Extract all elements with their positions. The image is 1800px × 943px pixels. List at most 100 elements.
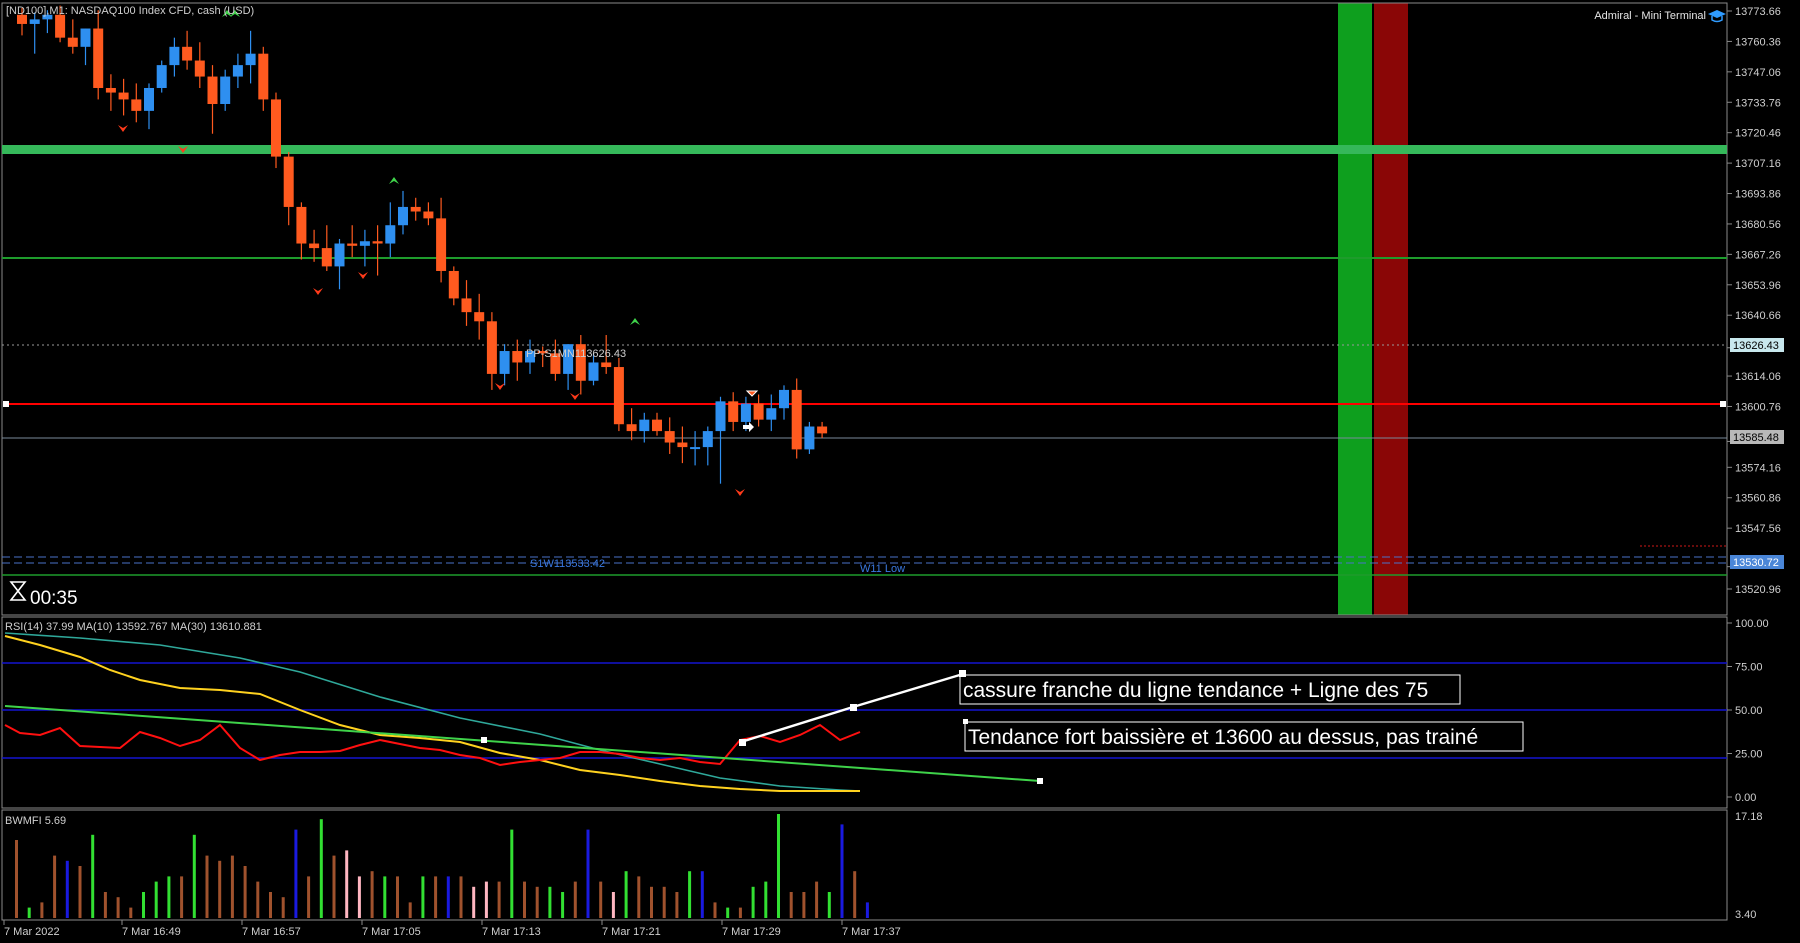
s1w-level-label: S1W113533.42: [530, 558, 605, 570]
price-axis-label: 13760.36: [1735, 36, 1781, 48]
price-axis-label: 13520.96: [1735, 584, 1781, 596]
svg-text:13626.43: 13626.43: [1733, 340, 1779, 352]
candle[interactable]: [156, 60, 167, 93]
rsi-axis-label: 50.00: [1735, 705, 1763, 717]
bwmfi-bar: [675, 892, 679, 918]
candle-timer: 00:35: [30, 588, 78, 609]
rsi-axis-label: 25.00: [1735, 749, 1763, 761]
bwmfi-bar: [243, 866, 247, 918]
bwmfi-bar: [777, 814, 780, 918]
annotation-note-1: cassure franche du ligne tendance + Lign…: [963, 679, 1428, 702]
bwmfi-bar: [434, 876, 438, 918]
trendline-handle[interactable]: [1037, 778, 1043, 784]
rsi-axis-label: 100.00: [1735, 618, 1769, 630]
arrow-handle-mid[interactable]: [850, 704, 857, 711]
trading-terminal-chart[interactable]: [ND100],M1: NASDAQ100 Index CFD, cash (U…: [0, 0, 1800, 943]
bwmfi-bar: [802, 892, 806, 918]
bwmfi-bar: [154, 881, 158, 918]
bwmfi-bar: [319, 819, 323, 918]
bwmfi-bar: [421, 876, 425, 918]
candle[interactable]: [791, 378, 802, 459]
price-axis-label: 13733.76: [1735, 97, 1781, 109]
bwmfi-bar: [294, 829, 298, 918]
bwmfi-bar: [484, 881, 488, 918]
bwmfi-bar: [459, 876, 463, 918]
pivot-level-label: PP-S1MN113626.43: [526, 348, 626, 360]
bwmfi-bar: [840, 824, 844, 918]
price-axis-label: 13773.66: [1735, 6, 1781, 18]
bwmfi-bar: [27, 907, 31, 918]
bwmfi-bar: [497, 881, 501, 918]
time-axis-label: 7 Mar 2022: [4, 926, 60, 938]
green-zone-column: [1338, 3, 1372, 615]
bwmfi-bar: [827, 892, 831, 918]
bwmfi-bar: [205, 855, 209, 918]
bwmfi-bar: [472, 886, 476, 918]
rsi-title: RSI(14) 37.99 MA(10) 13592.767 MA(30) 13…: [5, 621, 262, 633]
price-box-pivot: 13626.43: [1730, 338, 1784, 352]
rsi-axis-label: 75.00: [1735, 662, 1763, 674]
upper-green-band: [2, 145, 1727, 154]
bwmfi-title: BWMFI 5.69: [5, 815, 66, 827]
bwmfi-bar: [230, 855, 234, 918]
bwmfi-bar: [116, 897, 120, 918]
bwmfi-bar: [408, 902, 412, 918]
price-axis-label: 13600.76: [1735, 401, 1781, 413]
time-axis-label: 7 Mar 16:49: [122, 926, 181, 938]
bwmfi-bar: [713, 902, 717, 918]
svg-text:13530.72: 13530.72: [1733, 557, 1779, 569]
rsi-axis-label: 0.00: [1735, 792, 1756, 804]
resistance-handle-right[interactable]: [1720, 401, 1726, 407]
bwmfi-bar: [370, 871, 374, 918]
bwmfi-axis-label: 3.40: [1735, 909, 1756, 921]
bwmfi-bar: [142, 892, 145, 918]
price-axis-label: 13707.16: [1735, 158, 1781, 170]
price-axis-label: 13640.66: [1735, 310, 1781, 322]
bwmfi-bar: [548, 886, 552, 918]
time-axis-label: 7 Mar 16:57: [242, 926, 301, 938]
annotation-handle-2[interactable]: [963, 719, 968, 724]
bwmfi-bar: [510, 829, 514, 918]
bwmfi-bar: [865, 902, 869, 918]
time-axis-label: 7 Mar 17:05: [362, 926, 421, 938]
candle[interactable]: [613, 357, 624, 432]
bwmfi-bar: [78, 866, 82, 918]
bwmfi-bar: [700, 871, 704, 918]
bwmfi-bar: [103, 892, 107, 918]
bwmfi-bar: [738, 907, 742, 918]
rsi-point-marker: [481, 737, 487, 743]
red-zone-column: [1374, 3, 1408, 615]
bwmfi-bar: [726, 907, 730, 918]
price-axis-label: 13560.86: [1735, 493, 1781, 505]
bwmfi-bar: [91, 834, 95, 918]
bwmfi-bar: [218, 860, 222, 918]
bwmfi-bar: [624, 871, 628, 918]
price-box-support: 13530.72: [1730, 555, 1784, 569]
bwmfi-bar: [129, 907, 133, 918]
candle[interactable]: [804, 421, 815, 454]
price-axis-label: 13720.46: [1735, 128, 1781, 140]
bwmfi-bar: [573, 881, 577, 918]
time-axis-label: 7 Mar 17:21: [602, 926, 661, 938]
price-axis-label: 13574.16: [1735, 462, 1781, 474]
symbol-info: [ND100],M1: NASDAQ100 Index CFD, cash (U…: [6, 5, 254, 17]
annotation-note-2: Tendance fort baissière et 13600 au dess…: [968, 726, 1478, 749]
weekly-low-label: W11 Low: [860, 563, 905, 575]
bwmfi-bar: [65, 860, 69, 918]
bwmfi-bar: [523, 881, 526, 918]
bwmfi-bar: [15, 840, 18, 918]
price-axis-label: 13667.26: [1735, 249, 1781, 261]
bwmfi-bar: [345, 850, 349, 918]
resistance-handle-left[interactable]: [3, 401, 9, 407]
bwmfi-bar: [269, 892, 272, 918]
bwmfi-bar: [789, 892, 793, 918]
price-axis-label: 13680.56: [1735, 219, 1781, 231]
terminal-name: Admiral - Mini Terminal: [1594, 10, 1706, 22]
arrow-handle-start[interactable]: [739, 739, 746, 746]
bwmfi-bar: [764, 881, 768, 918]
bwmfi-bar: [192, 834, 196, 918]
bwmfi-axis-label: 17.18: [1735, 811, 1763, 823]
bwmfi-bar: [815, 881, 819, 918]
bwmfi-bar: [281, 897, 285, 918]
price-axis-label: 13547.56: [1735, 523, 1781, 535]
